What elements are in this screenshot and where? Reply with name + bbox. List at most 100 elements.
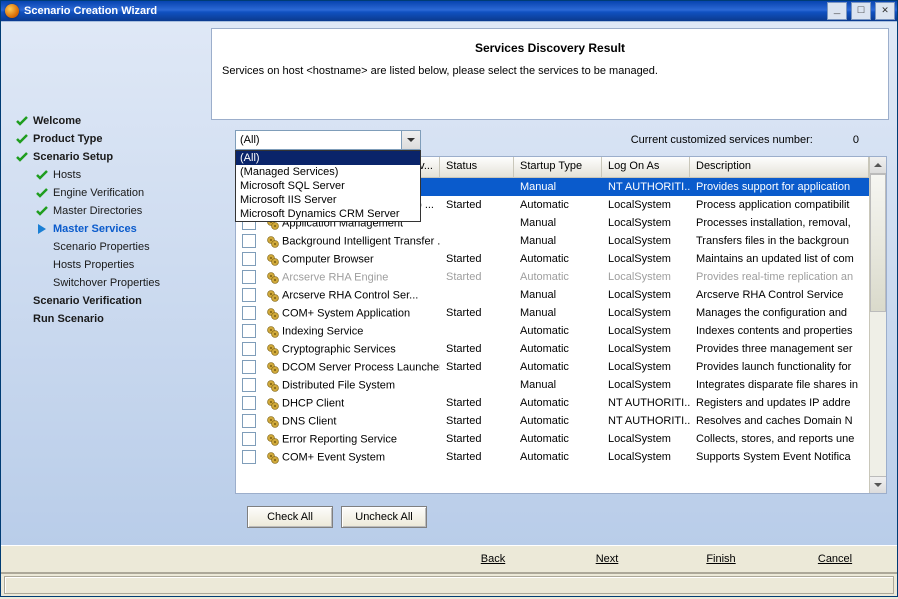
table-row[interactable]: COM+ System ApplicationStartedManualLoca… <box>236 304 869 322</box>
cell-desc: Resolves and caches Domain N <box>690 413 869 429</box>
scroll-down-button[interactable] <box>870 476 886 493</box>
table-row[interactable]: Error Reporting ServiceStartedAutomaticL… <box>236 430 869 448</box>
sidebar-item-hosts[interactable]: Hosts <box>35 166 211 184</box>
row-checkbox[interactable] <box>242 360 256 374</box>
minimize-button[interactable]: _ <box>827 2 847 20</box>
sidebar-item-switchover-properties[interactable]: Switchover Properties <box>35 274 211 292</box>
filter-option[interactable]: Microsoft SQL Server <box>236 179 420 193</box>
cell-logon: LocalSystem <box>602 431 690 447</box>
table-row[interactable]: COM+ Event SystemStartedAutomaticLocalSy… <box>236 448 869 466</box>
row-checkbox[interactable] <box>242 252 256 266</box>
col-status[interactable]: Status <box>440 157 514 177</box>
cell-status: Started <box>440 395 514 411</box>
sidebar-item-engine-verification[interactable]: Engine Verification <box>35 184 211 202</box>
col-description[interactable]: Description <box>690 157 869 177</box>
col-startup[interactable]: Startup Type <box>514 157 602 177</box>
row-checkbox[interactable] <box>242 270 256 284</box>
row-checkbox[interactable] <box>242 342 256 356</box>
filter-option[interactable]: Microsoft IIS Server <box>236 193 420 207</box>
scroll-thumb[interactable] <box>870 174 886 312</box>
sidebar-item-master-services[interactable]: Master Services <box>35 220 211 238</box>
cell-startup: Automatic <box>514 413 602 429</box>
cell-status <box>440 239 514 243</box>
cell-service-name: COM+ Event System <box>260 448 440 467</box>
sidebar-item-scenario-verification[interactable]: Scenario Verification <box>15 292 211 310</box>
filter-option[interactable]: Microsoft Dynamics CRM Server <box>236 207 420 221</box>
cell-service-name: Arcserve RHA Engine <box>260 268 440 287</box>
cell-desc: Transfers files in the backgroun <box>690 233 869 249</box>
custom-count-value: 0 <box>853 134 859 146</box>
sidebar-item-label: Welcome <box>33 115 81 127</box>
sidebar-item-label: Master Services <box>53 223 137 235</box>
table-row[interactable]: Arcserve RHA EngineStartedAutomaticLocal… <box>236 268 869 286</box>
finish-button[interactable]: Finish <box>671 553 771 565</box>
cell-service-name: DHCP Client <box>260 394 440 413</box>
sidebar-item-scenario-properties[interactable]: Scenario Properties <box>35 238 211 256</box>
filter-value: (All) <box>240 134 260 146</box>
table-row[interactable]: DCOM Server Process LauncherStartedAutom… <box>236 358 869 376</box>
table-row[interactable]: DNS ClientStartedAutomaticNT AUTHORITI..… <box>236 412 869 430</box>
cell-status: Started <box>440 449 514 465</box>
sidebar-item-product-type[interactable]: Product Type <box>15 130 211 148</box>
filter-option[interactable]: (All) <box>236 151 420 165</box>
filter-combo[interactable]: (All) (All)(Managed Services)Microsoft S… <box>235 130 421 150</box>
sidebar-item-label: Scenario Setup <box>33 151 113 163</box>
cell-status <box>440 293 514 297</box>
sidebar-item-master-directories[interactable]: Master Directories <box>35 202 211 220</box>
custom-count-label: Current customized services number: <box>631 134 813 146</box>
cell-startup: Automatic <box>514 449 602 465</box>
check-icon <box>35 204 49 218</box>
cell-logon: LocalSystem <box>602 305 690 321</box>
row-checkbox[interactable] <box>242 288 256 302</box>
cancel-button[interactable]: Cancel <box>785 553 885 565</box>
scroll-up-button[interactable] <box>870 157 886 174</box>
row-checkbox[interactable] <box>242 396 256 410</box>
sidebar-item-label: Switchover Properties <box>53 277 160 289</box>
back-button[interactable]: Back <box>443 553 543 565</box>
cell-startup: Automatic <box>514 251 602 267</box>
table-row[interactable]: Distributed File SystemManualLocalSystem… <box>236 376 869 394</box>
row-checkbox[interactable] <box>242 306 256 320</box>
table-row[interactable]: DHCP ClientStartedAutomaticNT AUTHORITI.… <box>236 394 869 412</box>
cell-status <box>440 383 514 387</box>
cell-desc: Arcserve RHA Control Service <box>690 287 869 303</box>
row-checkbox[interactable] <box>242 432 256 446</box>
table-row[interactable]: Arcserve RHA Control Ser...ManualLocalSy… <box>236 286 869 304</box>
close-button[interactable]: ✕ <box>875 2 895 20</box>
cell-status <box>440 221 514 225</box>
sidebar-item-run-scenario[interactable]: Run Scenario <box>15 310 211 328</box>
sidebar-item-hosts-properties[interactable]: Hosts Properties <box>35 256 211 274</box>
col-logon[interactable]: Log On As <box>602 157 690 177</box>
filter-option[interactable]: (Managed Services) <box>236 165 420 179</box>
row-checkbox[interactable] <box>242 378 256 392</box>
chevron-down-icon[interactable] <box>401 131 420 149</box>
cell-logon: LocalSystem <box>602 377 690 393</box>
vertical-scrollbar[interactable] <box>869 157 886 493</box>
uncheck-all-button[interactable]: Uncheck All <box>341 506 427 528</box>
row-checkbox[interactable] <box>242 414 256 428</box>
check-all-button[interactable]: Check All <box>247 506 333 528</box>
table-row[interactable]: Cryptographic ServicesStartedAutomaticLo… <box>236 340 869 358</box>
next-button[interactable]: Next <box>557 553 657 565</box>
table-row[interactable]: Indexing ServiceAutomaticLocalSystemInde… <box>236 322 869 340</box>
filter-dropdown[interactable]: (All)(Managed Services)Microsoft SQL Ser… <box>235 150 421 222</box>
sidebar-item-welcome[interactable]: Welcome <box>15 112 211 130</box>
table-row[interactable]: Background Intelligent Transfer ...Manua… <box>236 232 869 250</box>
cell-logon: LocalSystem <box>602 359 690 375</box>
cell-status: Started <box>440 269 514 285</box>
sidebar-item-label: Master Directories <box>53 205 142 217</box>
cell-service-name: Cryptographic Services <box>260 340 440 359</box>
table-row[interactable]: Computer BrowserStartedAutomaticLocalSys… <box>236 250 869 268</box>
check-icon <box>35 186 49 200</box>
row-checkbox[interactable] <box>242 234 256 248</box>
maximize-button[interactable]: □ <box>851 2 871 20</box>
row-checkbox[interactable] <box>242 324 256 338</box>
cell-desc: Registers and updates IP addre <box>690 395 869 411</box>
row-checkbox[interactable] <box>242 450 256 464</box>
sidebar-item-scenario-setup[interactable]: Scenario Setup <box>15 148 211 166</box>
window-title: Scenario Creation Wizard <box>24 5 825 17</box>
sidebar-item-label: Engine Verification <box>53 187 144 199</box>
cell-status: Started <box>440 431 514 447</box>
cell-logon: LocalSystem <box>602 269 690 285</box>
cell-status: Started <box>440 251 514 267</box>
